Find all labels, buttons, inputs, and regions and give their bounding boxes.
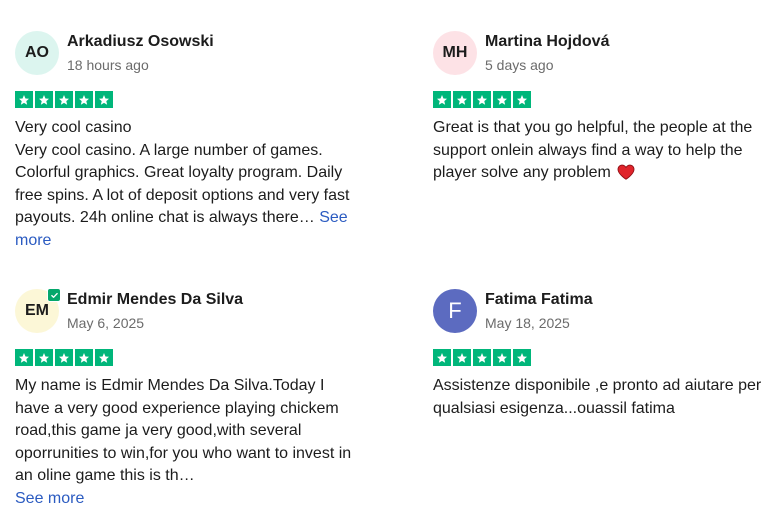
star-icon	[433, 91, 451, 108]
avatar[interactable]: AO	[15, 31, 59, 75]
star-icon	[95, 349, 113, 366]
star-icon	[493, 349, 511, 366]
review-date: 18 hours ago	[67, 57, 149, 73]
star-rating	[15, 91, 355, 108]
reviewer-name[interactable]: Martina Hojdová	[485, 32, 609, 52]
review-text: Assistenze disponibile ,e pronto ad aiut…	[433, 377, 762, 417]
star-rating	[15, 349, 355, 366]
star-rating	[433, 91, 773, 108]
review-header: AO Arkadiusz Osowski 18 hours ago	[15, 31, 355, 89]
review-text: Great is that you go helpful, the people…	[433, 119, 753, 181]
review-date: 5 days ago	[485, 57, 554, 73]
star-icon	[75, 349, 93, 366]
star-icon	[55, 349, 73, 366]
review-date: May 18, 2025	[485, 315, 570, 331]
avatar[interactable]: MH	[433, 31, 477, 75]
review-text: Very cool casino. A large number of game…	[15, 141, 350, 227]
star-icon	[35, 349, 53, 366]
star-icon	[473, 349, 491, 366]
review-body: Assistenze disponibile ,e pronto ad aiut…	[433, 375, 773, 420]
star-icon	[513, 349, 531, 366]
star-icon	[493, 91, 511, 108]
reviewer-name[interactable]: Arkadiusz Osowski	[67, 32, 214, 52]
review-card: MH Martina Hojdová 5 days ago Great is t…	[433, 31, 773, 188]
heart-icon	[617, 164, 635, 188]
review-card: EM Edmir Mendes Da Silva May 6, 2025 My …	[15, 288, 355, 510]
avatar[interactable]: F	[433, 289, 477, 333]
see-more-link[interactable]: See more	[15, 488, 355, 511]
review-header: EM Edmir Mendes Da Silva May 6, 2025	[15, 288, 355, 347]
review-header: F Fatima Fatima May 18, 2025	[433, 289, 773, 347]
review-body: Very cool casino Very cool casino. A lar…	[15, 117, 355, 252]
star-icon	[513, 91, 531, 108]
reviewer-name[interactable]: Fatima Fatima	[485, 290, 593, 310]
avatar[interactable]: EM	[15, 288, 61, 333]
star-icon	[75, 91, 93, 108]
review-text: My name is Edmir Mendes Da Silva.Today I…	[15, 377, 352, 484]
review-date: May 6, 2025	[67, 315, 145, 331]
reviewer-name[interactable]: Edmir Mendes Da Silva	[67, 290, 243, 310]
star-icon	[433, 349, 451, 366]
star-rating	[433, 349, 773, 366]
star-icon	[55, 91, 73, 108]
review-body: Great is that you go helpful, the people…	[433, 117, 773, 188]
review-title[interactable]: Very cool casino	[15, 117, 355, 140]
review-card: AO Arkadiusz Osowski 18 hours ago Very c…	[15, 31, 355, 252]
star-icon	[15, 91, 33, 108]
verified-badge-icon	[47, 288, 61, 302]
star-icon	[15, 349, 33, 366]
avatar-initials: EM	[25, 302, 49, 319]
review-card: F Fatima Fatima May 18, 2025 Assistenze …	[433, 289, 773, 420]
star-icon	[453, 349, 471, 366]
star-icon	[473, 91, 491, 108]
star-icon	[35, 91, 53, 108]
star-icon	[95, 91, 113, 108]
review-header: MH Martina Hojdová 5 days ago	[433, 31, 773, 89]
star-icon	[453, 91, 471, 108]
review-body: My name is Edmir Mendes Da Silva.Today I…	[15, 375, 355, 510]
